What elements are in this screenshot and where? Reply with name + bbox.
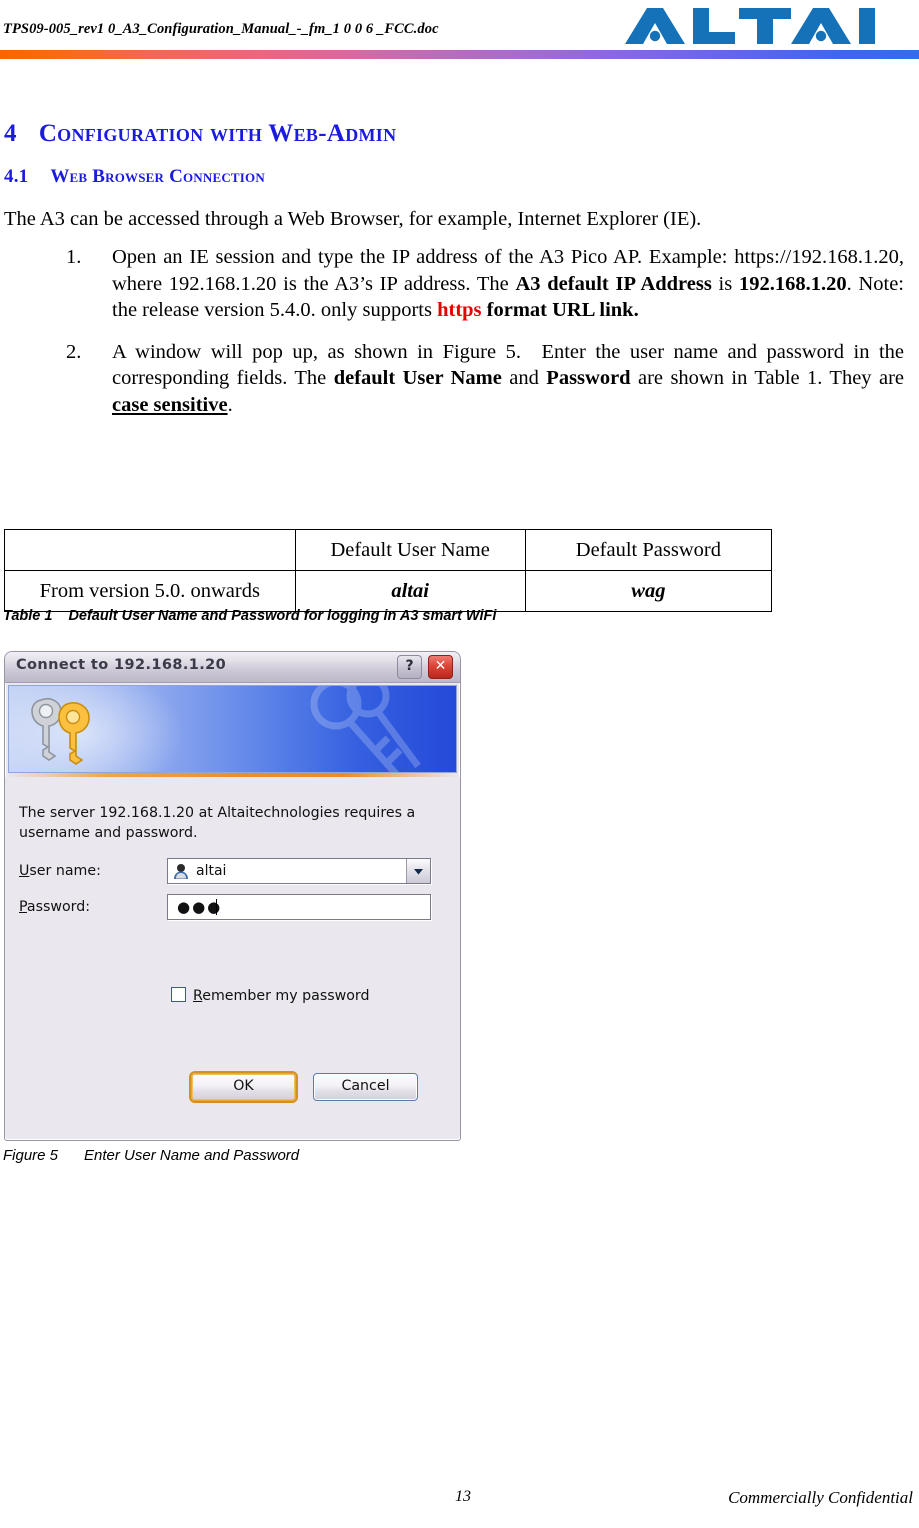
table-row: From version 5.0. onwards altai wag [4,570,773,612]
table-caption-text: Default User Name and Password for loggi… [68,608,497,624]
section-title: Configuration with Web-Admin [38,120,397,147]
password-label-rest: assword: [26,899,91,915]
confidentiality-notice: Commercially Confidential [728,1488,913,1507]
list-item-marker: 2. [66,340,82,363]
banner-watermark-keys-icon [284,686,434,772]
username-value: altai [196,863,227,879]
dialog-message: The server 192.168.1.20 at Altaitechnolo… [19,805,416,841]
figure-caption-label: Figure 5 [3,1147,59,1164]
header-gradient-rule [0,50,919,59]
help-icon[interactable]: ? [397,655,422,679]
dialog-banner [8,685,457,773]
dialog-body: The server 192.168.1.20 at Altaitechnolo… [5,777,460,1137]
table-header-blank [4,529,296,571]
list-item-text: Open an IE session and type the IP addre… [112,246,904,321]
page-footer: 13 Commercially Confidential [0,1488,919,1528]
section-number: 4 [4,120,17,147]
table-caption-label: Table 1 [3,608,53,624]
section-heading: 4 Configuration with Web-Admin [4,120,396,148]
steps-list: 1. Open an IE session and type the IP ad… [0,244,919,433]
password-input[interactable]: ●●● [167,894,431,920]
page-header: TPS09-005_rev1 0_A3_Configuration_Manual… [0,0,919,62]
list-item-text: A window will pop up, as shown in Figure… [112,340,904,416]
text-caret [216,899,217,915]
figure-caption-text: Enter User Name and Password [84,1147,300,1164]
subsection-heading: 4.1 Web Browser Connection [4,166,265,188]
list-item: 1. Open an IE session and type the IP ad… [0,244,919,324]
password-label: Password: [19,899,91,915]
cancel-button[interactable]: Cancel [313,1073,418,1101]
intro-paragraph: The A3 can be accessed through a Web Bro… [4,208,702,230]
subsection-number: 4.1 [4,166,29,187]
table-header-username: Default User Name [294,529,526,571]
table-cell-version: From version 5.0. onwards [4,570,296,612]
remember-password-label: emember my password [202,988,370,1004]
defaults-table: Default User Name Default Password From … [4,529,773,612]
dialog-title: Connect to 192.168.1.20 [16,657,227,673]
username-label: User name: [19,863,101,879]
remember-password-checkbox[interactable] [171,987,186,1002]
table-caption: Table 1 Default User Name and Password fo… [3,608,496,624]
dialog-titlebar[interactable]: Connect to 192.168.1.20 ? ✕ [5,652,460,683]
altai-logo [623,6,913,46]
table-header-row: Default User Name Default Password [4,529,773,571]
figure-caption: Figure 5 Enter User Name and Password [3,1147,299,1164]
remember-password-row[interactable]: Remember my password [171,987,370,1004]
table-cell-username: altai [294,570,526,612]
username-label-rest: ser name: [29,863,101,879]
ok-button[interactable]: OK [191,1073,296,1101]
page-number: 13 [455,1488,471,1505]
table-header-password: Default Password [524,529,773,571]
list-item-marker: 1. [66,246,82,268]
table-cell-password: wag [524,570,773,612]
keys-icon [27,694,101,766]
connect-dialog: Connect to 192.168.1.20 ? ✕ The server 1… [4,651,461,1141]
user-avatar-icon [172,862,190,880]
header-document-name: TPS09-005_rev1 0_A3_Configuration_Manual… [3,21,439,37]
close-icon[interactable]: ✕ [428,655,453,679]
chevron-down-icon[interactable] [406,859,430,883]
list-item: 2. A window will pop up, as shown in Fig… [0,339,919,419]
subsection-title: Web Browser Connection [50,166,265,187]
username-input[interactable]: altai [167,858,431,884]
